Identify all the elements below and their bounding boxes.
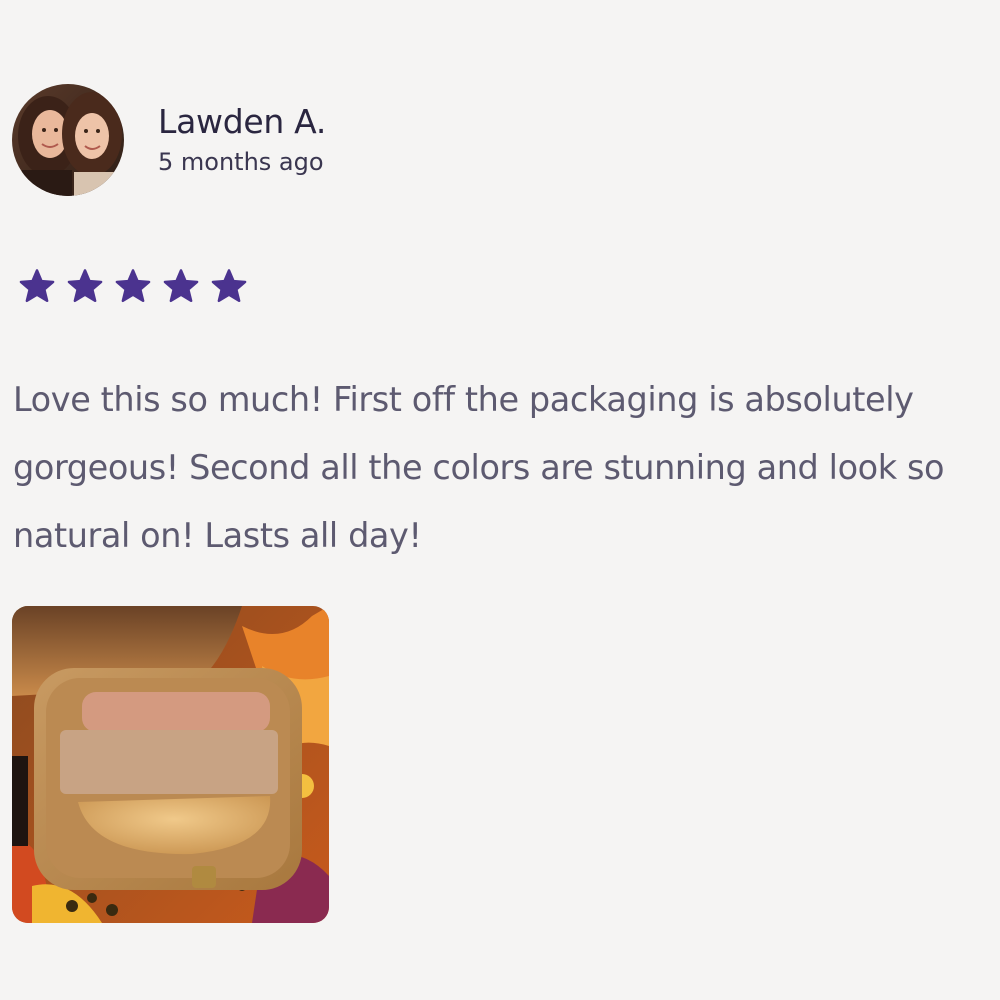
review-body: Love this so much! First off the packagi…	[13, 380, 945, 555]
review-card: Lawden A. 5 months ago Love this so much…	[0, 0, 1000, 1000]
star-icon	[112, 266, 154, 308]
star-rating	[16, 266, 250, 308]
star-icon	[16, 266, 58, 308]
avatar	[12, 84, 124, 196]
star-icon	[208, 266, 250, 308]
review-timestamp: 5 months ago	[158, 148, 324, 176]
star-icon	[160, 266, 202, 308]
review-photo[interactable]	[12, 606, 329, 923]
reviewer-name: Lawden A.	[158, 102, 327, 141]
star-icon	[64, 266, 106, 308]
